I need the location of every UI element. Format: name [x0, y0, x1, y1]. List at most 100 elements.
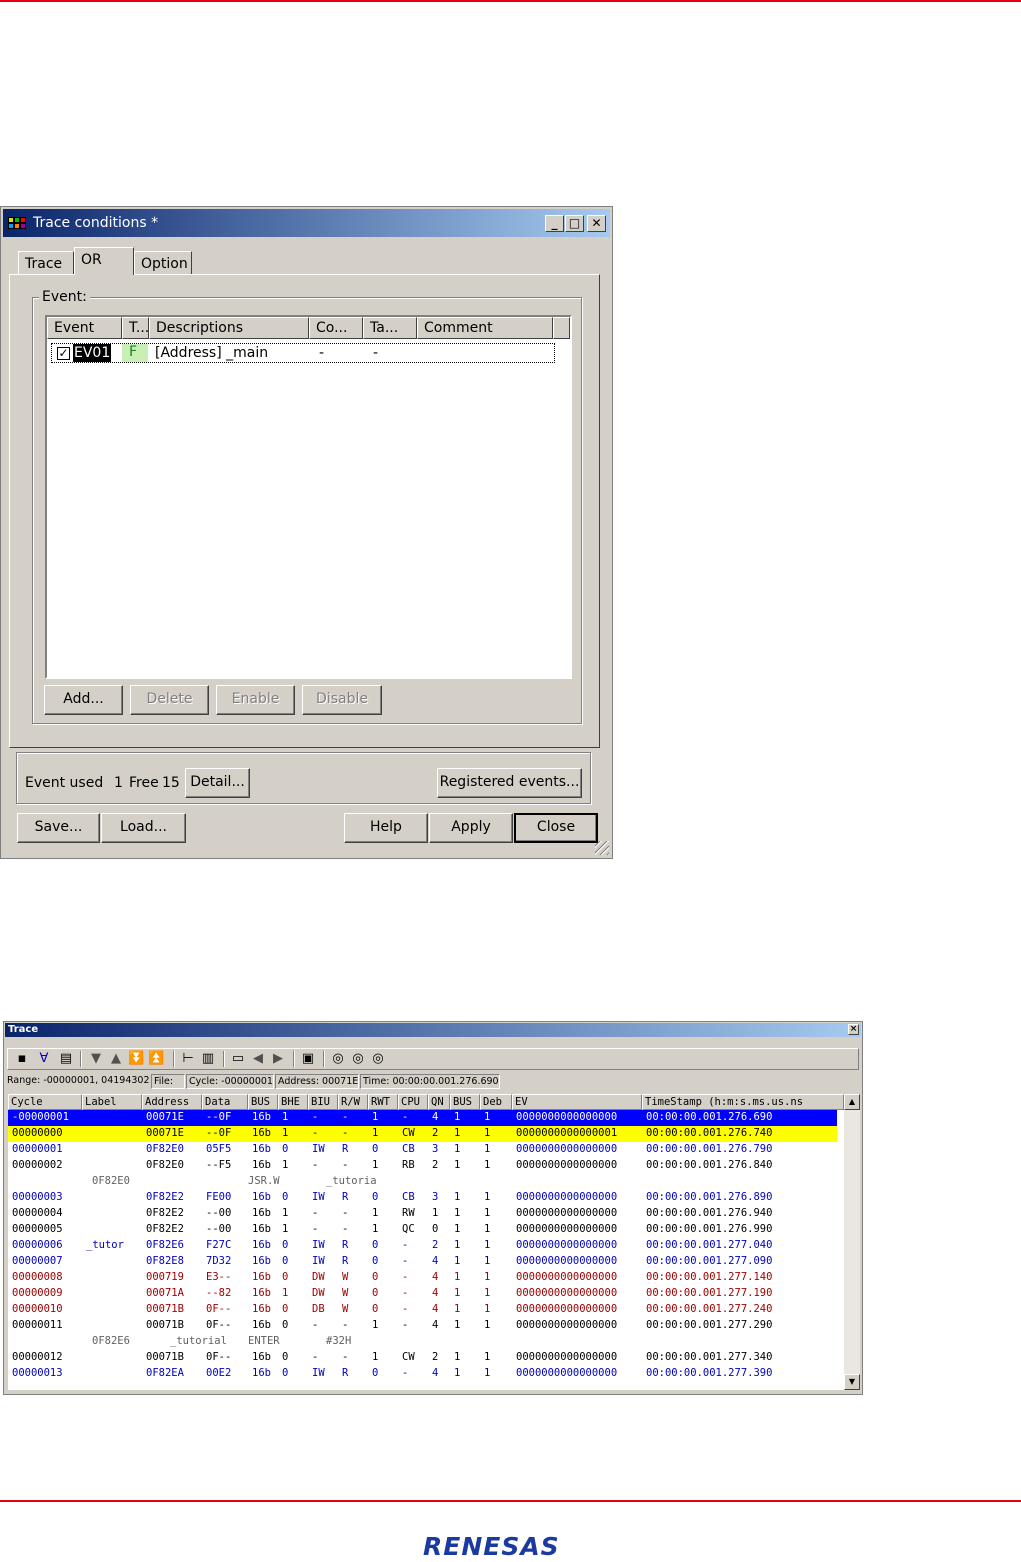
- filter-icon[interactable]: ∀: [36, 1051, 52, 1067]
- table-row[interactable]: 00000013 0F82EA 00E2 16b 0 IW R 0 - 4 1 1 0000000000…: [8, 1366, 837, 1382]
- table-row[interactable]: 00000002 0F82E0 --F5 16b 1 - - 1 RB 2 1 1 0000000000…: [8, 1158, 837, 1174]
- cell-bus2: 1: [454, 1111, 461, 1123]
- event-checkbox[interactable]: ✓: [57, 347, 70, 360]
- load-button[interactable]: Load...: [101, 813, 186, 843]
- enable-button[interactable]: Enable: [216, 685, 295, 715]
- col-header-count[interactable]: Co...: [309, 317, 363, 339]
- table-row[interactable]: 00000005 0F82E2 --00 16b 1 - - 1 QC 0 1 1 0000000000…: [8, 1222, 837, 1238]
- minimize-button[interactable]: _: [545, 215, 564, 232]
- cell-cycle: 00000006: [12, 1239, 63, 1251]
- table-row[interactable]: 00000000 00071E --0F 16b 1 - - 1 CW 2 1 1 0000000000…: [8, 1126, 837, 1142]
- col-header-cpu[interactable]: CPU: [398, 1094, 428, 1110]
- delete-button[interactable]: Delete: [130, 685, 209, 715]
- cell-bus: 16b: [252, 1303, 271, 1315]
- vertical-scrollbar[interactable]: ▲ ▼: [844, 1094, 860, 1390]
- cell-qn: 3: [432, 1143, 439, 1155]
- col-header-bus[interactable]: BUS: [248, 1094, 278, 1110]
- event-count: -: [319, 345, 325, 361]
- table-row[interactable]: 00000003 0F82E2 FE00 16b 0 IW R 0 CB 3 1 1 000000000…: [8, 1190, 837, 1206]
- resize-grip[interactable]: [595, 841, 609, 855]
- renesas-logo: RENESAS: [423, 1532, 560, 1561]
- disable-button[interactable]: Disable: [302, 685, 382, 715]
- table-row[interactable]: 00000004 0F82E2 --00 16b 1 - - 1 RW 1 1 1 0000000000…: [8, 1206, 837, 1222]
- find-next-icon[interactable]: ◎: [350, 1051, 366, 1067]
- cell-cycle: 00000005: [12, 1223, 63, 1235]
- cell-rwt: 1: [372, 1351, 379, 1363]
- col-header-rwt[interactable]: RWT: [368, 1094, 398, 1110]
- col-header-type[interactable]: T...: [122, 317, 149, 339]
- col-header-bus2[interactable]: BUS: [450, 1094, 480, 1110]
- col-header-comment[interactable]: Comment: [417, 317, 553, 339]
- col-header-bhe[interactable]: BHE: [278, 1094, 308, 1110]
- close-icon[interactable]: ×: [848, 1024, 859, 1035]
- col-header-timestamp[interactable]: TimeStamp (h:m:s.ms.us.ns: [642, 1094, 844, 1110]
- find-prev-icon[interactable]: ◎: [370, 1051, 386, 1067]
- table-row[interactable]: 00000007 0F82E8 7D32 16b 0 IW R 0 - 4 1 1 0000000000…: [8, 1254, 837, 1270]
- column-icon[interactable]: ▥: [200, 1051, 216, 1067]
- detail-button[interactable]: Detail...: [185, 768, 250, 798]
- tab-option[interactable]: Option: [134, 251, 192, 275]
- help-button[interactable]: Help: [344, 813, 428, 843]
- cell-biu: -: [312, 1127, 319, 1139]
- table-row[interactable]: 00000008 000719 E3-- 16b 0 DW W 0 - 4 1 1 0000000000…: [8, 1270, 837, 1286]
- event-list[interactable]: Event T... Descriptions Co... Ta... Comm…: [45, 315, 572, 679]
- table-row[interactable]: 00000001 0F82E0 05F5 16b 0 IW R 0 CB 3 1 1 000000000…: [8, 1142, 837, 1158]
- tree-icon[interactable]: ⊢: [180, 1051, 196, 1067]
- properties-icon[interactable]: ▣: [300, 1051, 316, 1067]
- col-header-biu[interactable]: BIU: [308, 1094, 338, 1110]
- find-icon[interactable]: ◎: [330, 1051, 346, 1067]
- col-header-target[interactable]: Ta...: [363, 317, 417, 339]
- close-button[interactable]: Close: [514, 813, 598, 843]
- top-icon[interactable]: ⏫: [148, 1051, 164, 1067]
- table-row[interactable]: -00000001 00071E --0F 16b 1 - - 1 - 4 1 1 0000000000…: [8, 1110, 837, 1126]
- left-arrow-icon[interactable]: ◀: [250, 1051, 266, 1067]
- window-icon[interactable]: ▭: [230, 1051, 246, 1067]
- dialog-titlebar[interactable]: Trace conditions * _ □ ✕: [3, 209, 610, 237]
- col-header-descriptions[interactable]: Descriptions: [149, 317, 309, 339]
- col-header-event[interactable]: Event: [47, 317, 122, 339]
- table-row[interactable]: 00000010 00071B 0F-- 16b 0 DB W 0 - 4 1 1 0000000000…: [8, 1302, 837, 1318]
- bottom-icon[interactable]: ⏬: [128, 1051, 144, 1067]
- close-icon[interactable]: ✕: [587, 215, 606, 232]
- col-header-ev[interactable]: EV: [512, 1094, 642, 1110]
- scroll-down-icon[interactable]: ▼: [844, 1374, 860, 1390]
- col-header-rw[interactable]: R/W: [338, 1094, 368, 1110]
- cell-data: F27C: [206, 1239, 232, 1251]
- registered-events-button[interactable]: Registered events...: [437, 768, 582, 798]
- apply-button[interactable]: Apply: [429, 813, 513, 843]
- col-header-qn[interactable]: QN: [428, 1094, 450, 1110]
- cell-bus2: 1: [454, 1159, 461, 1171]
- scroll-up-icon[interactable]: ▲: [844, 1094, 860, 1110]
- cell-data: E3--: [206, 1271, 232, 1283]
- disassembly-row[interactable]: 0F82E0 JSR.W _tutoria: [8, 1174, 837, 1190]
- table-row[interactable]: 00000006 _tutor 0F82E6 F27C 16b 0 IW R 0 - 2 1 1 0000…: [8, 1238, 837, 1254]
- disassembly-row[interactable]: 0F82E6 _tutorial ENTER #32H: [8, 1334, 837, 1350]
- down-icon[interactable]: ▼: [88, 1051, 104, 1067]
- cell-deb: 1: [484, 1111, 491, 1123]
- col-header-cycle[interactable]: Cycle: [8, 1094, 82, 1110]
- time-info: Time: 00:00:00.001.276.690: [360, 1074, 500, 1089]
- list-item[interactable]: ✓ EV01 F [Address] _main - -: [51, 343, 555, 363]
- tab-trace[interactable]: Trace: [18, 251, 74, 275]
- table-row[interactable]: 00000012 00071B 0F-- 16b 0 - - 1 CW 2 1 1 0000000000…: [8, 1350, 837, 1366]
- document-icon[interactable]: ▤: [58, 1051, 74, 1067]
- right-arrow-icon[interactable]: ▶: [270, 1051, 286, 1067]
- maximize-button[interactable]: □: [565, 215, 584, 232]
- col-header-data[interactable]: Data: [202, 1094, 248, 1110]
- save-button[interactable]: Save...: [17, 813, 100, 843]
- table-row[interactable]: 00000011 00071B 0F-- 16b 0 - - 1 - 4 1 1 00000000000…: [8, 1318, 837, 1334]
- mode-icon[interactable]: ▪: [14, 1051, 30, 1067]
- trace-grid[interactable]: Cycle Label Address Data BUS BHE BIU R/W RWT CPU Q…: [8, 1094, 844, 1390]
- cell-bhe: 0: [282, 1319, 289, 1331]
- trace-titlebar[interactable]: Trace ×: [5, 1023, 861, 1037]
- tab-or[interactable]: OR: [74, 247, 134, 275]
- cell-bus2: 1: [454, 1287, 461, 1299]
- cell-bus2: 1: [454, 1255, 461, 1267]
- col-header-deb[interactable]: Deb: [480, 1094, 512, 1110]
- cell-cpu: -: [402, 1271, 409, 1283]
- up-icon[interactable]: ▲: [108, 1051, 124, 1067]
- table-row[interactable]: 00000009 00071A --82 16b 1 DW W 0 - 4 1 1 0000000000…: [8, 1286, 837, 1302]
- add-button[interactable]: Add...: [44, 685, 123, 715]
- col-header-address[interactable]: Address: [142, 1094, 202, 1110]
- col-header-label[interactable]: Label: [82, 1094, 142, 1110]
